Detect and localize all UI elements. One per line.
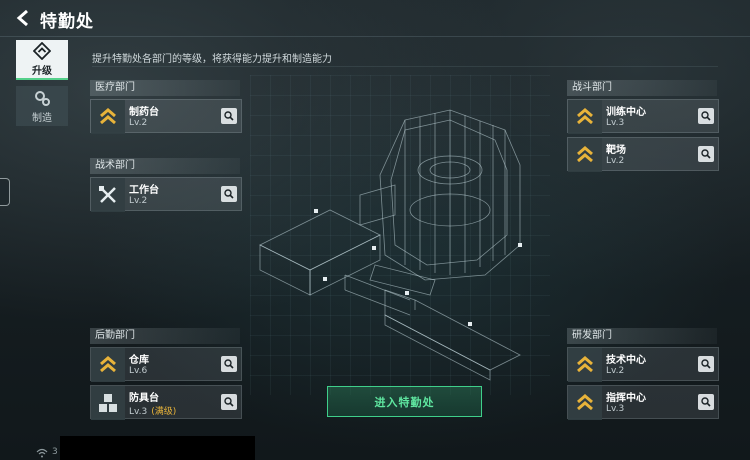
tab-manufacture[interactable]: 制造 [16,86,68,126]
tab-upgrade-label: 升级 [32,65,52,77]
search-icon[interactable] [221,356,237,372]
chevron-rank-icon [568,386,602,420]
wifi-icon [36,448,48,458]
search-icon[interactable] [698,356,714,372]
chevron-rank-icon [568,100,602,134]
facility-name: 工作台 [129,185,159,196]
tab-upgrade[interactable]: 升级 [16,40,68,80]
dept-label-medical: 医疗部门 [90,80,240,96]
header-divider [0,36,750,37]
side-drawer-handle[interactable] [0,178,10,206]
facility-level: Lv.2 [129,118,148,128]
chevron-rank-icon [91,100,125,134]
upgrade-icon [33,41,51,60]
back-arrow-icon[interactable] [14,9,32,27]
facility-card-workbench[interactable]: 工作台 Lv.2 [90,177,242,212]
facility-level: Lv.2 [606,156,625,166]
facility-level: Lv.6 [129,366,148,376]
facility-card-pharmacy[interactable]: 制药台 Lv.2 [90,99,242,134]
subtitle: 提升特勤处各部门的等级，将获得能力提升和制造能力 [92,54,332,65]
facility-card-shooting-range[interactable]: 靶场 Lv.2 [567,137,719,172]
chevron-rank-icon [568,138,602,172]
level-text: Lv.3 [129,407,148,417]
search-icon[interactable] [698,146,714,162]
chevron-rank-icon [568,348,602,382]
facility-name: 制药台 [129,107,159,118]
footer-number: 3 [52,447,58,457]
gear-icon [35,90,50,106]
tab-manufacture-label: 制造 [32,112,52,124]
dept-label-research: 研发部门 [567,328,717,344]
facility-name: 防具台 [129,393,159,404]
page-title: 特勤处 [40,12,94,32]
dept-label-combat: 战斗部门 [567,80,717,96]
facility-card-armor-bench[interactable]: 防具台 Lv.3 (满级) [90,385,242,420]
search-icon[interactable] [221,108,237,124]
facility-name: 仓库 [129,355,149,366]
facility-level: Lv.3 [606,118,625,128]
facility-name: 技术中心 [606,355,646,366]
cubes-icon [91,386,125,420]
facility-card-warehouse[interactable]: 仓库 Lv.6 [90,347,242,382]
facility-card-tech-center[interactable]: 技术中心 Lv.2 [567,347,719,382]
facility-name: 训练中心 [606,107,646,118]
building-blueprint[interactable] [255,95,555,385]
facility-level: Lv.3 [606,404,625,414]
search-icon[interactable] [698,108,714,124]
search-icon[interactable] [221,186,237,202]
facility-level: Lv.2 [606,366,625,376]
top-bar: 特勤处 [0,0,750,36]
search-icon[interactable] [698,394,714,410]
facility-level: Lv.3 (满级) [129,404,176,417]
dept-label-logistics: 后勤部门 [90,328,240,344]
max-level-badge: (满级) [151,407,177,417]
dept-label-tactical: 战术部门 [90,158,240,174]
enter-special-ops-button[interactable]: 进入特勤处 [327,386,482,417]
facility-name: 指挥中心 [606,393,646,404]
chevron-rank-icon [91,348,125,382]
subtitle-divider [92,66,718,67]
search-icon[interactable] [221,394,237,410]
facility-card-command-center[interactable]: 指挥中心 Lv.3 [567,385,719,420]
redacted-box [60,436,255,460]
facility-card-training-center[interactable]: 训练中心 Lv.3 [567,99,719,134]
tools-icon [91,178,125,212]
facility-name: 靶场 [606,145,626,156]
facility-level: Lv.2 [129,196,148,206]
